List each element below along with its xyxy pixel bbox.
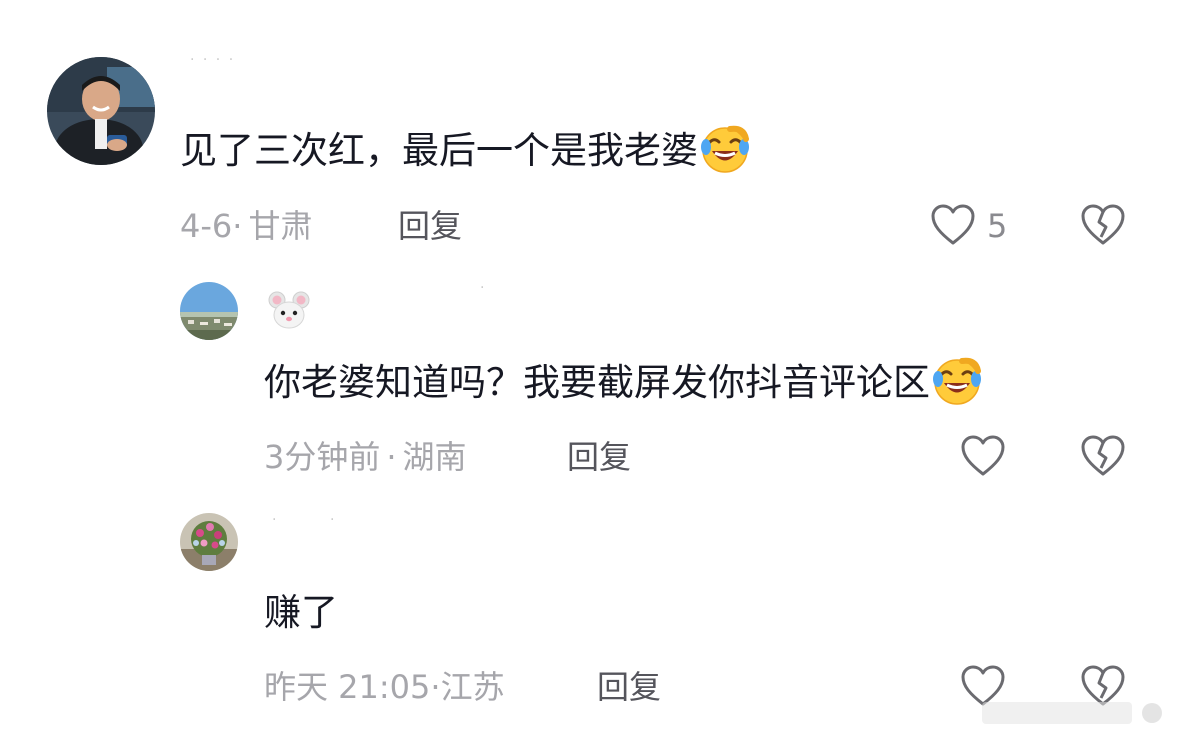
comment-text: 见了三次红，最后一个是我老婆 [180,125,750,175]
broken-heart-icon [1081,435,1125,476]
reply-button[interactable]: 回复 [398,206,462,246]
broken-heart-icon [1081,204,1125,245]
comment-thread: · · · · 见了三次红，最后一个是我老婆 4-6· 甘肃 回复 5 · 你老… [0,0,1178,736]
comment-location: 湖南 [402,438,467,476]
meta-separator: · [232,207,243,245]
comment-text: 你老婆知道吗？我要截屏发你抖音评论区 [264,357,982,407]
comment-date: 4-6 [180,207,233,245]
avatar[interactable] [47,57,155,165]
avatar[interactable] [180,282,238,340]
dislike-button[interactable] [1080,434,1126,478]
like-count: 5 [987,207,1008,245]
username[interactable]: · · · · [190,52,235,68]
reply-button[interactable]: 回复 [597,667,661,707]
comment-location: 江苏 [440,668,505,706]
face-with-tears-of-joy-icon [701,125,749,173]
username[interactable]: · [480,280,486,296]
reply-button[interactable]: 回复 [567,437,631,477]
comment-date: 昨天 21:05 [264,668,431,706]
comment-meta: 昨天 21:05·江苏 [264,667,505,707]
dislike-button[interactable] [1080,203,1126,247]
heart-icon [961,435,1005,476]
comment-location: 甘肃 [248,207,313,245]
comment-text: 赚了 [264,591,338,634]
comment-meta: 4-6· 甘肃 [180,206,312,246]
like-button[interactable] [930,203,976,247]
comment-meta: 3分钟前 · 湖南 [264,437,467,477]
watermark-icon [982,702,1162,724]
meta-separator: · [386,438,397,476]
mouse-face-icon [268,291,310,329]
comment-date: 3分钟前 [264,438,381,476]
face-with-tears-of-joy-icon [933,357,981,405]
like-button[interactable] [960,434,1006,478]
username[interactable]: · · [272,512,337,528]
avatar[interactable] [180,513,238,571]
meta-separator: · [430,668,441,706]
heart-icon [931,204,975,245]
